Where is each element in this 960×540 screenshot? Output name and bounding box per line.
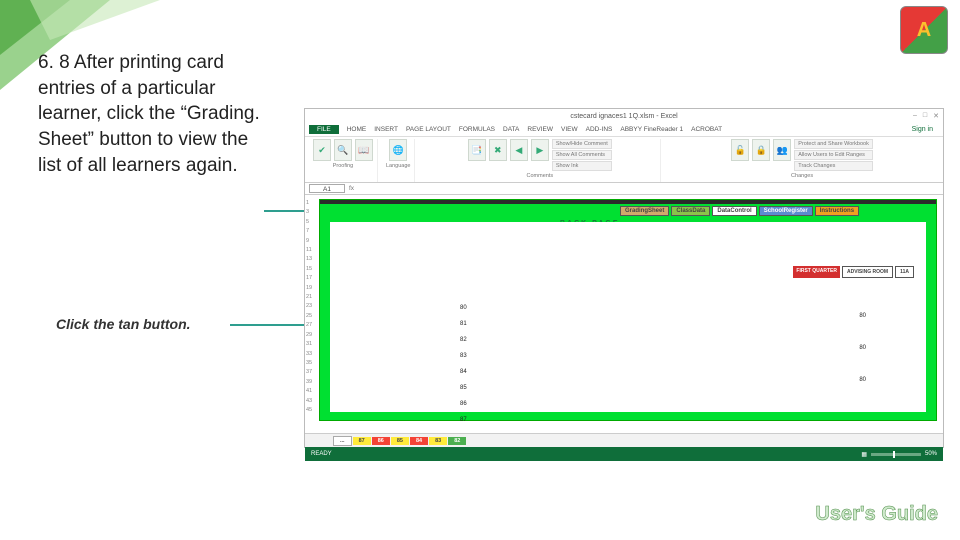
footer-title: User's Guide	[815, 503, 938, 526]
ribbon-group-label: Comments	[527, 173, 554, 179]
worksheet-area: 1357911131517192123252729313335373941434…	[305, 195, 943, 433]
grading-sheet-button[interactable]: GradingSheet	[620, 206, 669, 216]
tab-home[interactable]: HOME	[347, 126, 367, 133]
zoom-control[interactable]: ▦ 50%	[861, 451, 937, 458]
tab-data[interactable]: DATA	[503, 126, 519, 133]
row-id: 83	[460, 348, 467, 364]
formula-bar: A1 fx	[305, 183, 943, 195]
row-id: 85	[460, 380, 467, 396]
row-id: 86	[460, 396, 467, 412]
tab-review[interactable]: REVIEW	[527, 126, 553, 133]
tab-file[interactable]: FILE	[309, 125, 339, 134]
sheet-nav-buttons: GradingSheet ClassData DataControl Schoo…	[620, 206, 859, 216]
maximize-button[interactable]: □	[923, 112, 927, 120]
row-id: 84	[460, 364, 467, 380]
protect-workbook-icon[interactable]: 🔒	[752, 139, 770, 161]
protect-share[interactable]: Protect and Share Workbook	[794, 139, 873, 149]
close-button[interactable]: ✕	[933, 112, 939, 120]
name-box[interactable]: A1	[309, 184, 345, 193]
status-ready: READY	[311, 451, 332, 457]
show-all-comments[interactable]: Show All Comments	[552, 150, 612, 160]
room-badge: 11A	[895, 266, 914, 278]
ribbon: ✔ 🔍 📖 Proofing 🌐 Language 📑 ✖ ◀ ▶ Show/H…	[305, 137, 943, 183]
tab-addins[interactable]: ADD-INS	[586, 126, 613, 133]
zoom-slider[interactable]	[871, 453, 921, 456]
card-panel: FIRST QUARTER ADVISING ROOM 11A 80 81 82…	[330, 222, 926, 412]
data-control-button[interactable]: DataControl	[712, 206, 756, 216]
right-id: 80	[859, 300, 866, 332]
advising-badge: ADVISING ROOM	[842, 266, 893, 278]
tab-acrobat[interactable]: ACROBAT	[691, 126, 722, 133]
minimize-button[interactable]: –	[913, 112, 917, 120]
tab-view[interactable]: VIEW	[561, 126, 578, 133]
prev-comment-icon[interactable]: ◀	[510, 139, 528, 161]
ribbon-group-label: Language	[386, 163, 410, 169]
track-changes[interactable]: Track Changes	[794, 161, 873, 171]
spelling-icon[interactable]: ✔	[313, 139, 331, 161]
school-register-button[interactable]: SchoolRegister	[759, 206, 813, 216]
row-id: 82	[460, 332, 467, 348]
ribbon-group-language: 🌐 Language	[382, 139, 415, 182]
delete-comment-icon[interactable]: ✖	[489, 139, 507, 161]
instructions-button[interactable]: Instructions	[815, 206, 859, 216]
right-id: 80	[859, 364, 866, 396]
sheet-tab-bar: ... 87 86 85 84 83 82	[305, 433, 943, 447]
translate-icon[interactable]: 🌐	[389, 139, 407, 161]
sheet-tab[interactable]: 87	[353, 437, 371, 445]
zoom-value: 50%	[925, 451, 937, 457]
sign-in-link[interactable]: Sign in	[912, 126, 939, 133]
view-icon[interactable]: ▦	[861, 451, 867, 458]
row-id: 80	[460, 300, 467, 316]
sheet-tab[interactable]: 85	[391, 437, 409, 445]
fx-label[interactable]: fx	[349, 185, 354, 192]
logo-letter: A	[917, 19, 931, 42]
right-id: 80	[859, 332, 866, 364]
thesaurus-icon[interactable]: 📖	[355, 139, 373, 161]
new-comment-icon[interactable]: 📑	[468, 139, 486, 161]
row-id: 81	[460, 316, 467, 332]
quarter-badge: FIRST QUARTER	[793, 266, 840, 278]
share-workbook-icon[interactable]: 👥	[773, 139, 791, 161]
ribbon-group-comments: 📑 ✖ ◀ ▶ Show/Hide Comment Show All Comme…	[419, 139, 661, 182]
unprotect-sheet-icon[interactable]: 🔓	[731, 139, 749, 161]
row-id: 87	[460, 412, 467, 428]
tab-abbyy[interactable]: ABBYY FineReader 1	[620, 126, 683, 133]
tab-insert[interactable]: INSERT	[374, 126, 398, 133]
subject-row-ids: 80 81 82 83 84 85 86 87	[460, 300, 467, 428]
excel-screenshot: cstecard ignaces1 1Q.xlsm - Excel – □ ✕ …	[304, 108, 944, 448]
sub-instruction-text: Click the tan button.	[56, 316, 191, 332]
ribbon-tabs: FILE HOME INSERT PAGE LAYOUT FORMULAS DA…	[305, 123, 943, 137]
sheet-dark-bar	[320, 200, 936, 204]
side-badges: FIRST QUARTER ADVISING ROOM 11A	[793, 266, 914, 278]
tab-page-layout[interactable]: PAGE LAYOUT	[406, 126, 451, 133]
status-bar: READY ▦ 50%	[305, 447, 943, 461]
instruction-text: 6. 8 After printing card entries of a pa…	[38, 50, 270, 178]
class-data-button[interactable]: ClassData	[671, 206, 710, 216]
sheet-tab[interactable]: 82	[448, 437, 466, 445]
sheet-tab[interactable]: 86	[372, 437, 390, 445]
tab-formulas[interactable]: FORMULAS	[459, 126, 495, 133]
next-comment-icon[interactable]: ▶	[531, 139, 549, 161]
ribbon-group-label: Proofing	[333, 163, 354, 169]
sheet-background: GradingSheet ClassData DataControl Schoo…	[319, 199, 937, 421]
show-hide-comment[interactable]: Show/Hide Comment	[552, 139, 612, 149]
research-icon[interactable]: 🔍	[334, 139, 352, 161]
sheet-tab[interactable]: ...	[333, 436, 352, 446]
row-numbers: 1357911131517192123252729313335373941434…	[306, 199, 312, 415]
sheet-tab[interactable]: 84	[410, 437, 428, 445]
window-titlebar: cstecard ignaces1 1Q.xlsm - Excel – □ ✕	[305, 109, 943, 123]
sheet-tab[interactable]: 83	[429, 437, 447, 445]
show-ink[interactable]: Show Ink	[552, 161, 612, 171]
ribbon-group-label: Changes	[791, 173, 813, 179]
allow-edit-ranges[interactable]: Allow Users to Edit Ranges	[794, 150, 873, 160]
window-title: cstecard ignaces1 1Q.xlsm - Excel	[570, 113, 677, 120]
ribbon-group-proofing: ✔ 🔍 📖 Proofing	[309, 139, 378, 182]
brand-logo: A	[900, 6, 948, 54]
ribbon-group-changes: 🔓 🔒 👥 Protect and Share Workbook Allow U…	[665, 139, 939, 182]
right-column-ids: 80 80 80	[859, 300, 866, 396]
